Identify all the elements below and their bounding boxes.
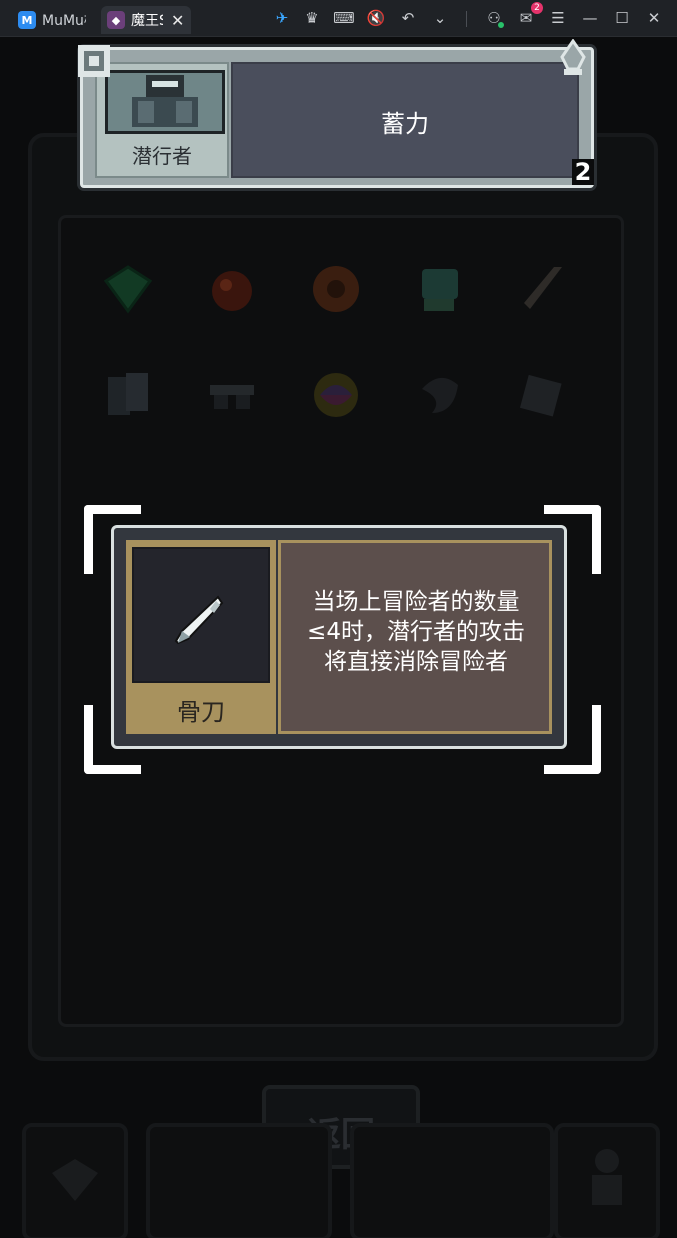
item-tooltip: 骨刀 当场上冒险者的数量 ≤4时，潜行者的攻击 将直接消除冒险者 bbox=[111, 525, 567, 749]
rogue-portrait-icon bbox=[105, 70, 225, 134]
mail-badge: 2 bbox=[531, 2, 543, 14]
character-silhouette-icon bbox=[592, 1149, 622, 1205]
pin-icon[interactable]: ✈ bbox=[272, 8, 292, 28]
character-portrait-frame: 潜行者 bbox=[95, 62, 229, 178]
character-level-number: 2 bbox=[572, 159, 594, 185]
window-titlebar: M MuMu模 ◆ 魔王S ✕ ✈ ♛ ⌨ 🔇 ↶ ⌄ ⚇ ✉ 2 ☰ — ☐ … bbox=[0, 0, 677, 37]
undo-icon[interactable]: ↶ bbox=[398, 8, 418, 28]
green-gem-icon[interactable] bbox=[102, 263, 154, 315]
mumu-logo-icon: M bbox=[18, 11, 36, 29]
gem-icon bbox=[52, 1159, 98, 1201]
bone-knife-icon bbox=[174, 595, 224, 645]
card-deck-icon[interactable] bbox=[102, 369, 154, 421]
minimize-icon[interactable]: — bbox=[580, 8, 600, 28]
toolbar-separator bbox=[466, 11, 467, 27]
close-window-icon[interactable]: ✕ bbox=[644, 8, 664, 28]
glasses-icon[interactable] bbox=[206, 369, 258, 421]
bottom-slot-right[interactable] bbox=[350, 1123, 554, 1238]
crow-icon[interactable] bbox=[414, 369, 466, 421]
tooltip-item-name: 骨刀 bbox=[177, 698, 225, 726]
bottom-slot-left[interactable] bbox=[146, 1123, 332, 1238]
tab-mumu[interactable]: M MuMu模 bbox=[12, 6, 94, 34]
dice-icon[interactable] bbox=[516, 369, 568, 421]
description-line: 当场上冒险者的数量 bbox=[312, 589, 520, 615]
close-tab-icon[interactable]: ✕ bbox=[171, 11, 184, 30]
tooltip-description: 当场上冒险者的数量 ≤4时，潜行者的攻击 将直接消除冒险者 bbox=[291, 587, 541, 677]
menu-icon[interactable]: ☰ bbox=[548, 8, 568, 28]
character-card: 潜行者 蓄力 bbox=[80, 47, 594, 188]
tab-label: 魔王S bbox=[131, 13, 163, 29]
character-skill-panel: 蓄力 bbox=[231, 62, 579, 178]
red-orb-icon[interactable] bbox=[206, 263, 258, 315]
eye-orb-icon[interactable] bbox=[310, 263, 362, 315]
tab-game[interactable]: ◆ 魔王S ✕ bbox=[101, 6, 191, 34]
description-line: 将直接消除冒险者 bbox=[324, 649, 508, 675]
game-viewport: 返回 潜行者 蓄力 2 骨刀 当场上冒险者的数量 ≤4时，潜行者的攻击 将直接消… bbox=[0, 37, 677, 1238]
crown-icon[interactable]: ♛ bbox=[302, 8, 322, 28]
online-status-dot bbox=[498, 22, 504, 28]
settings-cog-icon[interactable] bbox=[74, 41, 114, 81]
tooltip-item-panel: 骨刀 bbox=[126, 540, 276, 734]
maximize-icon[interactable]: ☐ bbox=[612, 8, 632, 28]
character-skill-name: 蓄力 bbox=[381, 110, 429, 138]
game-tab-icon: ◆ bbox=[107, 11, 125, 29]
mute-icon[interactable]: 🔇 bbox=[366, 8, 386, 28]
tab-label: MuMu模 bbox=[42, 13, 86, 29]
tooltip-icon-box bbox=[132, 547, 270, 683]
keyboard-icon[interactable]: ⌨ bbox=[333, 8, 355, 28]
bottom-slot-gem[interactable] bbox=[22, 1123, 128, 1238]
swirl-icon[interactable] bbox=[310, 369, 362, 421]
character-name: 潜行者 bbox=[132, 144, 192, 168]
bottom-slot-character[interactable] bbox=[554, 1123, 660, 1238]
tooltip-description-panel: 当场上冒险者的数量 ≤4时，潜行者的攻击 将直接消除冒险者 bbox=[278, 540, 552, 734]
sword-icon bbox=[560, 39, 586, 75]
green-gauntlet-icon[interactable] bbox=[414, 263, 466, 315]
bone-knife-icon[interactable] bbox=[516, 263, 568, 315]
chevron-down-icon[interactable]: ⌄ bbox=[430, 8, 450, 28]
description-line: ≤4时，潜行者的攻击 bbox=[307, 619, 525, 645]
